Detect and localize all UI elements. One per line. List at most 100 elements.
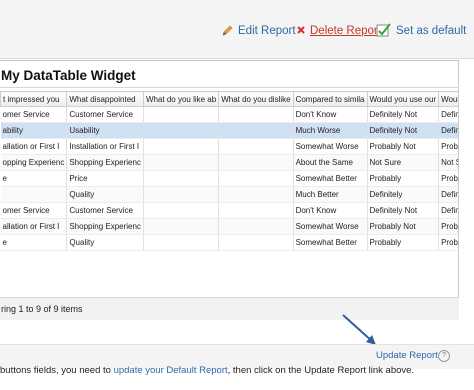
table-cell: Much Better xyxy=(293,186,368,203)
data-grid: t impressed you What disappointed What do … xyxy=(0,91,458,307)
pencil-icon xyxy=(222,24,234,39)
edit-report-label: Edit Report xyxy=(238,25,296,37)
set-as-default-button[interactable]: Set as default xyxy=(376,22,466,40)
table-row[interactable]: eQualitySomewhat BetterProbablyProbably xyxy=(0,234,458,251)
table-row[interactable]: opping Experienc Shopping Experienc About … xyxy=(0,154,458,171)
table-cell xyxy=(143,218,220,235)
table-cell: Customer Service xyxy=(66,106,144,123)
table-cell: Not Sure xyxy=(438,154,458,171)
table-cell: About the Same xyxy=(293,154,368,171)
table-cell xyxy=(143,186,220,203)
table-cell: ability xyxy=(0,122,68,139)
table-row[interactable]: omer Service Customer Service Don't Know De… xyxy=(0,106,458,123)
table-cell: Somewhat Better xyxy=(293,170,368,187)
table-cell xyxy=(218,202,294,219)
table-cell: Definitely Not xyxy=(367,122,440,139)
help-icon[interactable]: ? xyxy=(438,350,450,362)
column-header[interactable]: What do you dislike xyxy=(218,91,294,107)
table-cell: Probably Not xyxy=(438,218,458,235)
hint-suffix: , then click on the Update Report link a… xyxy=(227,365,415,376)
table-cell xyxy=(218,122,294,139)
update-report-link[interactable]: Update Report xyxy=(376,350,438,361)
table-cell: Shopping Experienc xyxy=(66,218,144,235)
table-cell: Probably xyxy=(367,170,440,187)
table-cell: omer Service xyxy=(0,202,68,219)
table-cell: Probably xyxy=(367,234,440,251)
table-cell: allation or First I xyxy=(0,218,68,235)
table-row[interactable]: omer Service Customer Service Don't Know De… xyxy=(0,202,458,219)
table-cell: Somewhat Better xyxy=(293,234,368,251)
table-cell: Definitely Not xyxy=(438,106,458,123)
table-cell: Definitely xyxy=(367,186,440,203)
table-cell xyxy=(143,234,220,251)
table-cell: opping Experienc xyxy=(0,154,68,171)
table-cell xyxy=(218,138,294,155)
column-header[interactable]: What do you like ab xyxy=(142,91,220,107)
table-cell: omer Service xyxy=(0,106,68,123)
table-cell xyxy=(218,234,294,251)
footer-bar: Update Report ? buttons fields, you need… xyxy=(0,344,474,376)
hint-prefix: buttons fields, you need to xyxy=(0,365,114,376)
delete-x-icon xyxy=(296,25,306,38)
update-default-report-link[interactable]: update your Default Report xyxy=(114,365,228,376)
table-row[interactable]: allation or First I Installation or First… xyxy=(0,138,458,155)
table-cell: Don't Know xyxy=(293,202,368,219)
table-cell: Usability xyxy=(66,122,144,139)
table-cell xyxy=(0,186,68,203)
table-cell: Price xyxy=(66,170,144,187)
table-cell: e xyxy=(0,234,68,251)
column-header[interactable]: t impressed you xyxy=(0,91,68,107)
column-header[interactable]: What disappointed xyxy=(66,91,144,107)
table-row[interactable]: QualityMuch BetterDefinitelyDefinitely xyxy=(0,186,458,203)
set-default-icon xyxy=(376,22,392,40)
table-cell xyxy=(143,138,220,155)
column-header[interactable]: Would you use our xyxy=(366,91,440,107)
table-cell xyxy=(143,170,220,187)
table-cell: Definitely Not xyxy=(438,122,458,139)
table-cell xyxy=(143,154,220,171)
table-row[interactable]: ability Usability Much Worse Definitely Not… xyxy=(0,122,458,139)
table-cell xyxy=(218,186,294,203)
edit-report-button[interactable]: Edit Report xyxy=(222,22,296,40)
table-cell: Definitely Not xyxy=(438,202,458,219)
delete-report-label: Delete Report xyxy=(310,25,381,37)
table-cell xyxy=(143,122,220,139)
pointer-arrow-icon xyxy=(342,314,376,345)
column-header[interactable]: Compared to simila xyxy=(292,91,368,107)
table-row[interactable]: allation or First I Shopping Experienc Som… xyxy=(0,218,458,235)
table-cell: Quality xyxy=(66,186,144,203)
table-cell: Quality xyxy=(66,234,144,251)
table-cell: allation or First I xyxy=(0,138,68,155)
table-cell xyxy=(218,106,294,123)
table-cell: Customer Service xyxy=(66,202,144,219)
table-cell: Not Sure xyxy=(367,154,440,171)
report-toolbar: Edit Report Delete Report Set as default xyxy=(0,0,474,59)
table-cell xyxy=(218,154,294,171)
table-cell: e xyxy=(0,170,68,187)
table-cell: Somewhat Worse xyxy=(293,138,368,155)
table-cell: Installation or First I xyxy=(66,138,144,155)
table-cell xyxy=(218,170,294,187)
column-header[interactable]: Would you reco xyxy=(438,91,458,107)
widget-title: My DataTable Widget xyxy=(0,65,459,88)
pager-status: ring 1 to 9 of 9 items xyxy=(0,297,459,320)
table-cell xyxy=(143,202,220,219)
table-cell: Probably Not xyxy=(367,218,440,235)
footer-hint: buttons fields, you need to update your … xyxy=(0,365,414,376)
table-cell xyxy=(218,218,294,235)
header-row: t impressed you What disappointed What do … xyxy=(0,91,458,107)
set-as-default-label: Set as default xyxy=(396,25,467,37)
table-row[interactable]: ePriceSomewhat BetterProbablyProbably xyxy=(0,170,458,187)
table-cell: Definitely Not xyxy=(367,202,440,219)
delete-report-button[interactable]: Delete Report xyxy=(296,22,381,40)
table-cell: Much Worse xyxy=(293,122,368,139)
table-cell: Definitely xyxy=(438,186,458,203)
table-cell: Don't Know xyxy=(293,106,368,123)
table-cell: Somewhat Worse xyxy=(293,218,368,235)
table-cell: Probably Not xyxy=(438,138,458,155)
data-table: t impressed you What disappointed What do … xyxy=(0,91,458,251)
table-cell xyxy=(143,106,220,123)
datatable-widget: My DataTable Widget t impressed you What … xyxy=(0,60,459,320)
table-cell: Shopping Experienc xyxy=(66,154,144,171)
table-cell: Definitely Not xyxy=(367,106,440,123)
